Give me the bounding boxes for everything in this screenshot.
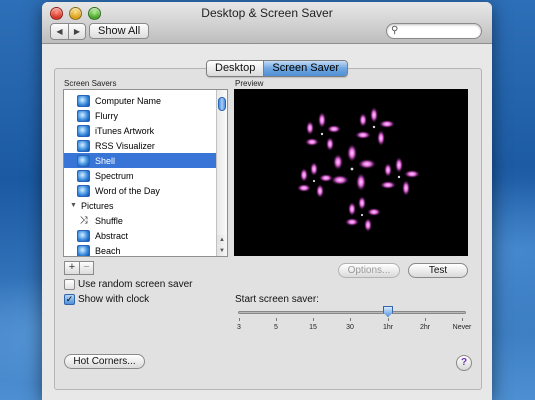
add-remove-buttons: + − xyxy=(64,261,94,275)
screen-saver-list[interactable]: Computer Name Flurry iTunes Artwork RSS … xyxy=(63,89,228,257)
show-clock-checkbox[interactable]: ✓ xyxy=(64,294,75,305)
list-item-label: Shuffle xyxy=(95,215,123,226)
list-item-label: Word of the Day xyxy=(95,185,160,196)
screensaver-icon xyxy=(77,244,90,256)
list-item-label: Abstract xyxy=(95,230,129,241)
list-item[interactable]: ⤨ Shuffle xyxy=(64,213,209,228)
slider-tick xyxy=(350,318,351,321)
preview-heading: Preview xyxy=(235,79,264,88)
tab-screen-saver[interactable]: Screen Saver xyxy=(263,61,348,76)
slider-tick xyxy=(388,318,389,321)
screensaver-icon xyxy=(77,109,90,122)
tab-desktop[interactable]: Desktop xyxy=(207,61,264,76)
tick-label-15: 15 xyxy=(309,324,317,331)
random-screensaver-checkbox[interactable] xyxy=(64,279,75,290)
test-button[interactable]: Test xyxy=(408,263,468,278)
search-input[interactable] xyxy=(402,25,477,37)
disclosure-triangle-icon[interactable]: ▼ xyxy=(70,202,77,209)
scroll-thumb[interactable] xyxy=(218,97,226,111)
tick-label-never: Never xyxy=(452,324,472,331)
tick-label-2hr: 2hr xyxy=(419,324,431,331)
list-item[interactable]: iTunes Artwork xyxy=(64,123,209,138)
shell-preview-image xyxy=(297,107,420,232)
screensaver-icon xyxy=(77,184,90,197)
navigation-buttons: ◀ ▶ xyxy=(50,23,86,40)
list-item[interactable]: Word of the Day xyxy=(64,183,209,198)
screensaver-icon xyxy=(77,124,90,137)
screensaver-icon xyxy=(77,169,90,182)
slider-tick xyxy=(425,318,426,321)
list-item-label: Computer Name xyxy=(95,95,162,106)
search-field[interactable]: ⚲ xyxy=(386,23,482,39)
group-label: Pictures xyxy=(80,200,114,211)
window-title: Desktop & Screen Saver xyxy=(201,6,333,20)
list-item-label: Flurry xyxy=(95,110,118,121)
random-screensaver-label: Use random screen saver xyxy=(78,279,193,290)
start-screensaver-label: Start screen saver: xyxy=(235,294,319,305)
list-item[interactable]: Spectrum xyxy=(64,168,209,183)
screensaver-icon xyxy=(77,229,90,242)
screensaver-icon xyxy=(77,139,90,152)
tick-label-30: 30 xyxy=(346,324,354,331)
options-button[interactable]: Options... xyxy=(338,263,400,278)
show-clock-label: Show with clock xyxy=(78,294,150,305)
tick-label-5: 5 xyxy=(274,324,278,331)
list-item-label: iTunes Artwork xyxy=(95,125,155,136)
slider-tick xyxy=(462,318,463,321)
screensaver-icon xyxy=(77,154,90,167)
forward-button[interactable]: ▶ xyxy=(68,24,85,39)
list-item-label: Spectrum xyxy=(95,170,134,181)
screensaver-icon xyxy=(77,94,90,107)
list-item-label: Beach xyxy=(95,245,121,256)
shuffle-icon: ⤨ xyxy=(79,215,88,226)
list-item[interactable]: RSS Visualizer xyxy=(64,138,209,153)
title-bar: Desktop & Screen Saver ◀ ▶ Show All ⚲ xyxy=(42,2,492,44)
list-item[interactable]: Beach xyxy=(64,243,209,256)
list-scrollbar[interactable]: ▲ ▼ xyxy=(216,90,227,256)
tick-label-1hr: 1hr xyxy=(382,324,394,331)
slider-tick xyxy=(313,318,314,321)
slider-tick xyxy=(276,318,277,321)
group-row-pictures[interactable]: ▼ Pictures xyxy=(64,198,209,213)
remove-button[interactable]: − xyxy=(79,262,93,274)
add-button[interactable]: + xyxy=(65,262,79,274)
scroll-down-arrow-icon[interactable]: ▼ xyxy=(217,246,227,256)
show-all-button[interactable]: Show All xyxy=(89,23,150,39)
list-item[interactable]: Computer Name xyxy=(64,93,209,108)
tick-label-3: 3 xyxy=(237,324,241,331)
list-item[interactable]: Flurry xyxy=(64,108,209,123)
start-slider-track[interactable] xyxy=(238,311,466,314)
magnifier-icon: ⚲ xyxy=(391,25,399,36)
list-item[interactable]: Abstract xyxy=(64,228,209,243)
screen-savers-heading: Screen Savers xyxy=(64,79,117,88)
back-button[interactable]: ◀ xyxy=(51,24,68,39)
tab-bar: Desktop Screen Saver xyxy=(206,60,349,77)
help-icon[interactable]: ? xyxy=(456,355,472,371)
scroll-up-arrow-icon[interactable]: ▲ xyxy=(217,235,227,245)
list-item-selected[interactable]: Shell xyxy=(64,153,216,168)
preview-area xyxy=(234,89,468,256)
list-item-label: RSS Visualizer xyxy=(95,140,155,151)
list-item-label: Shell xyxy=(95,155,116,166)
hot-corners-button[interactable]: Hot Corners... xyxy=(64,354,145,369)
slider-tick xyxy=(239,318,240,321)
